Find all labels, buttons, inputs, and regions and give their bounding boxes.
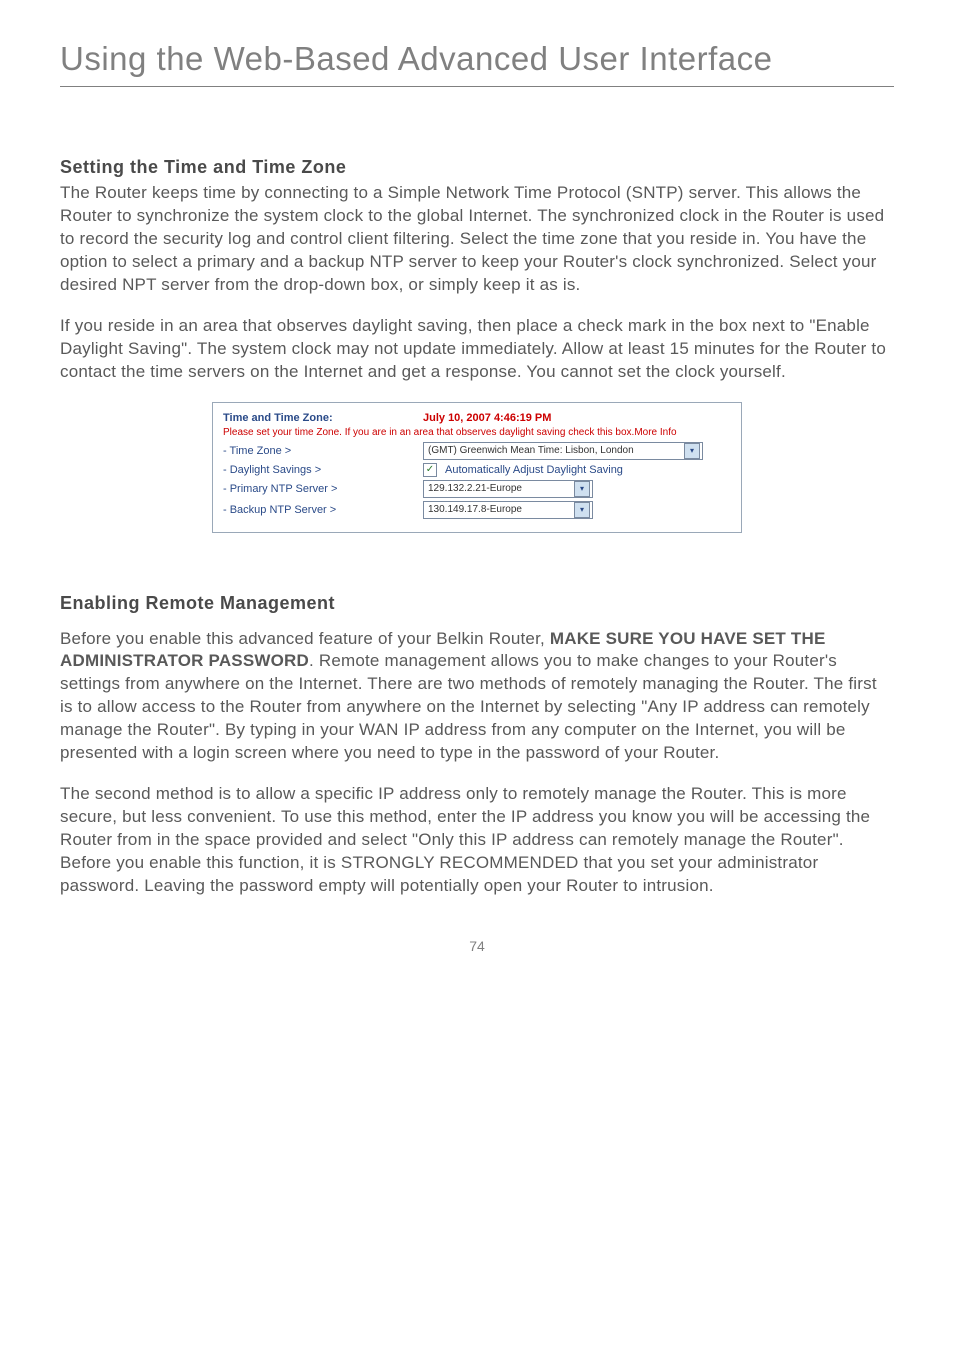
dst-label[interactable]: - Daylight Savings > xyxy=(223,464,423,476)
page-number: 74 xyxy=(60,938,894,954)
timezone-select-value: (GMT) Greenwich Mean Time: Lisbon, Londo… xyxy=(428,445,634,456)
section1-p2: If you reside in an area that observes d… xyxy=(60,315,894,384)
primary-ntp-label[interactable]: - Primary NTP Server > xyxy=(223,483,423,495)
title-divider xyxy=(60,86,894,87)
primary-ntp-value: 129.132.2.21-Europe xyxy=(428,483,522,494)
section2-p1: Before you enable this advanced feature … xyxy=(60,628,894,766)
primary-ntp-select[interactable]: 129.132.2.21-Europe ▾ xyxy=(423,480,593,498)
backup-ntp-value: 130.149.17.8-Europe xyxy=(428,504,522,515)
section2-p2: The second method is to allow a specific… xyxy=(60,783,894,898)
chevron-down-icon: ▾ xyxy=(574,502,590,518)
panel-note: Please set your time Zone. If you are in… xyxy=(223,427,731,438)
section2-heading: Enabling Remote Management xyxy=(60,593,894,614)
backup-ntp-label[interactable]: - Backup NTP Server > xyxy=(223,504,423,516)
section2-p1a: Before you enable this advanced feature … xyxy=(60,629,550,648)
section1-p1: The Router keeps time by connecting to a… xyxy=(60,182,894,297)
page-title: Using the Web-Based Advanced User Interf… xyxy=(60,40,894,78)
section1-heading: Setting the Time and Time Zone xyxy=(60,157,894,178)
chevron-down-icon: ▾ xyxy=(574,481,590,497)
dst-checkbox[interactable]: ✓ xyxy=(423,463,437,477)
settings-panel-wrap: Time and Time Zone: July 10, 2007 4:46:1… xyxy=(60,402,894,533)
time-settings-panel: Time and Time Zone: July 10, 2007 4:46:1… xyxy=(212,402,742,533)
chevron-down-icon: ▾ xyxy=(684,443,700,459)
panel-datetime: July 10, 2007 4:46:19 PM xyxy=(423,412,551,424)
timezone-select[interactable]: (GMT) Greenwich Mean Time: Lisbon, Londo… xyxy=(423,442,703,460)
dst-checkbox-label: Automatically Adjust Daylight Saving xyxy=(445,464,623,476)
backup-ntp-select[interactable]: 130.149.17.8-Europe ▾ xyxy=(423,501,593,519)
timezone-label[interactable]: - Time Zone > xyxy=(223,445,423,457)
panel-heading: Time and Time Zone: xyxy=(223,412,423,424)
